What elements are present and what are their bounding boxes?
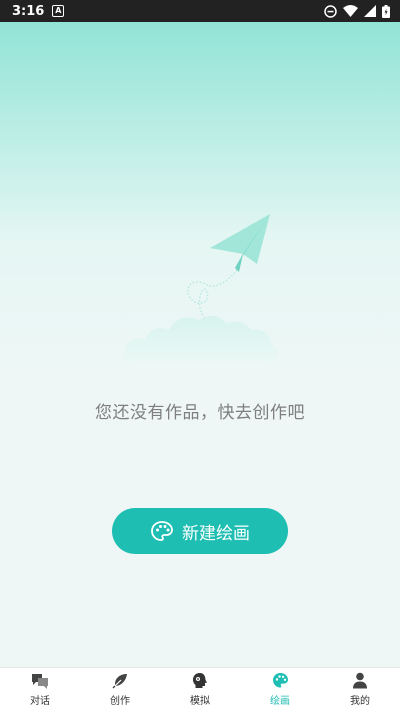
tab-create[interactable]: 创作 [80,668,160,711]
feather-icon [112,673,127,688]
tab-profile[interactable]: 我的 [320,668,400,711]
main-content: 您还没有作品，快去创作吧 新建绘画 [0,22,400,667]
head-silhouette-icon [193,673,207,688]
tab-painting[interactable]: 绘画 [240,668,320,711]
tab-label: 我的 [350,696,370,707]
tab-simulate[interactable]: 模拟 [160,668,240,711]
notification-a-icon: A [52,5,65,17]
status-right [324,4,390,18]
tab-label: 绘画 [270,696,290,707]
battery-icon [382,4,390,18]
tab-label: 模拟 [190,696,210,707]
palette-icon [272,673,288,688]
tab-label: 对话 [30,695,50,707]
status-bar: 3:16 A [0,0,400,22]
status-left: 3:16 A [12,3,65,19]
status-time: 3:16 [12,3,45,19]
new-painting-label: 新建绘画 [182,523,250,544]
dnd-icon [324,4,337,18]
new-painting-button[interactable]: 新建绘画 [112,508,288,554]
person-icon [353,672,367,689]
signal-icon [364,5,376,17]
chat-icon [32,673,48,689]
empty-state-message: 您还没有作品，快去创作吧 [95,403,305,423]
wifi-icon [343,5,358,17]
bottom-tab-bar: 对话 创作 模拟 绘画 我的 [0,667,400,711]
tab-label: 创作 [110,695,130,707]
tab-chat[interactable]: 对话 [0,668,80,711]
paper-plane-cloud-illustration [122,214,279,368]
palette-icon [151,521,173,541]
